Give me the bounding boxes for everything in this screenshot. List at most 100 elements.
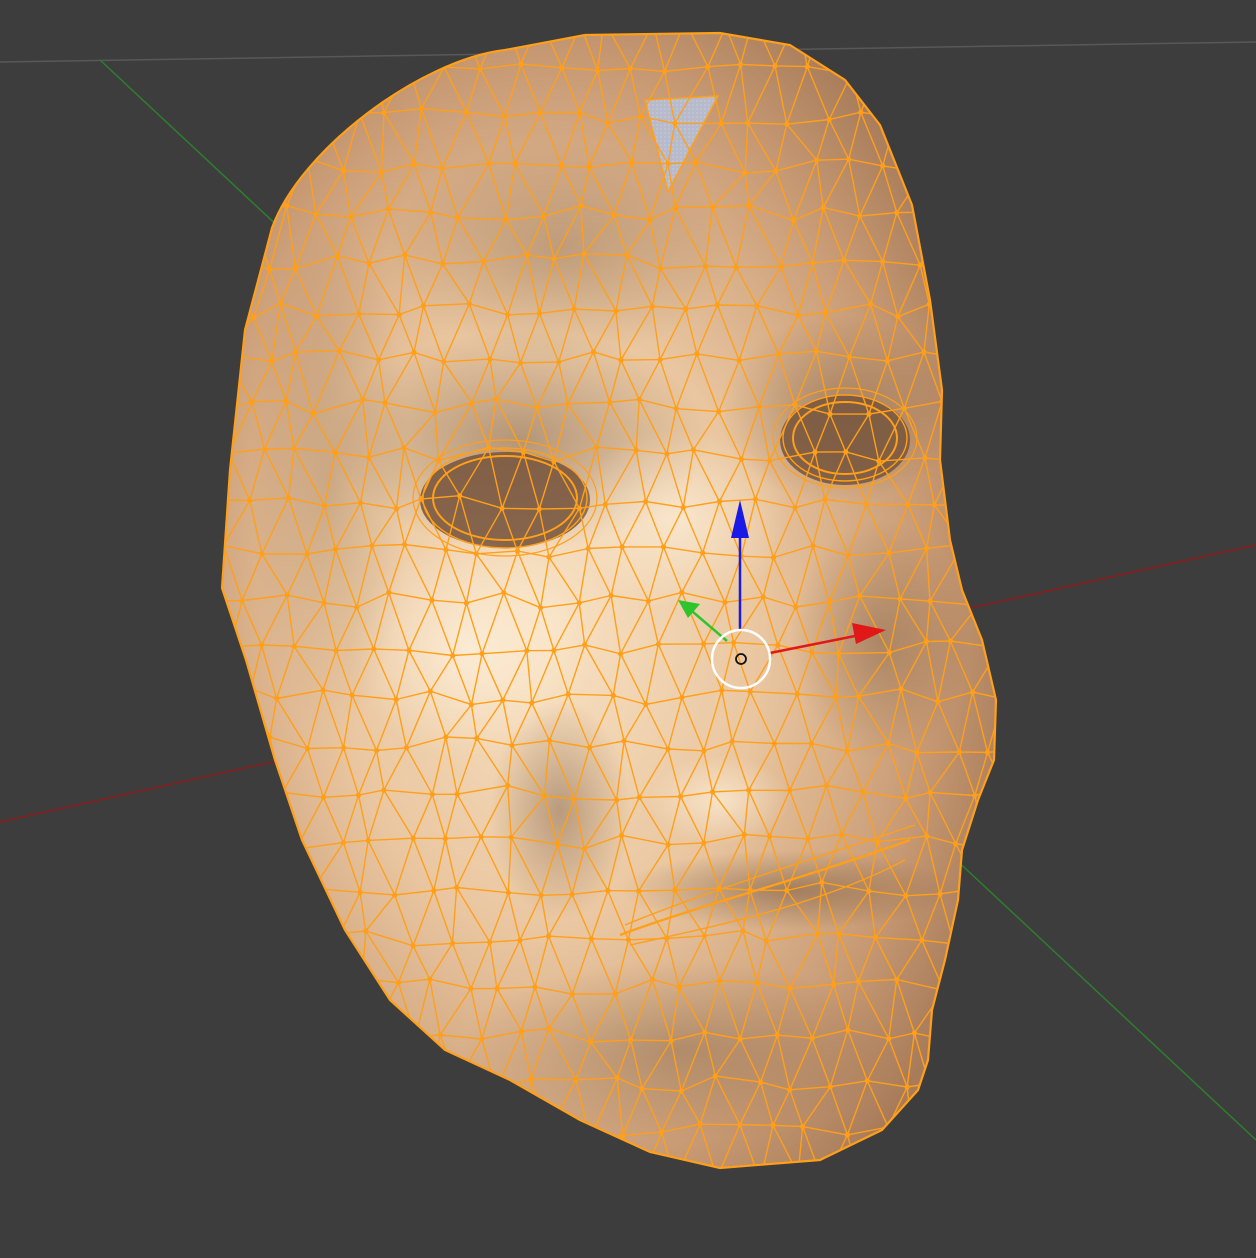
mesh-vertex[interactable] bbox=[672, 887, 678, 893]
mesh-vertex[interactable] bbox=[412, 1034, 419, 1040]
mesh-vertex[interactable] bbox=[846, 354, 853, 360]
mesh-vertex[interactable] bbox=[310, 885, 317, 892]
mesh-vertex[interactable] bbox=[662, 68, 668, 74]
mesh-vertex[interactable] bbox=[284, 18, 289, 23]
mesh-vertex[interactable] bbox=[486, 160, 492, 166]
mesh-vertex[interactable] bbox=[205, 979, 210, 984]
mesh-vertex[interactable] bbox=[655, 641, 661, 647]
mesh-vertex[interactable] bbox=[466, 1183, 471, 1188]
mesh-vertex[interactable] bbox=[683, 306, 689, 312]
mesh-vertex[interactable] bbox=[1007, 1182, 1012, 1187]
mesh-vertex[interactable] bbox=[340, 745, 347, 751]
mesh-vertex[interactable] bbox=[357, 110, 363, 116]
mesh-vertex[interactable] bbox=[909, 64, 915, 70]
mesh-vertex[interactable] bbox=[302, 1129, 308, 1135]
mesh-vertex[interactable] bbox=[893, 115, 899, 121]
mesh-vertex[interactable] bbox=[427, 688, 433, 694]
mesh-vertex[interactable] bbox=[722, 599, 728, 606]
mesh-vertex[interactable] bbox=[952, 157, 958, 163]
mesh-vertex[interactable] bbox=[224, 831, 230, 838]
mesh-vertex[interactable] bbox=[701, 748, 707, 754]
mesh-vertex[interactable] bbox=[541, 793, 548, 799]
mesh-vertex[interactable] bbox=[509, 742, 515, 748]
mesh-vertex[interactable] bbox=[427, 1082, 433, 1088]
mesh-vertex[interactable] bbox=[718, 120, 724, 126]
mesh-vertex[interactable] bbox=[293, 846, 299, 852]
mesh-vertex[interactable] bbox=[554, 841, 561, 847]
mesh-vertex[interactable] bbox=[848, 71, 854, 77]
mesh-vertex[interactable] bbox=[332, 449, 338, 456]
mesh-vertex[interactable] bbox=[505, 890, 511, 896]
mesh-vertex[interactable] bbox=[595, 67, 601, 74]
mesh-vertex[interactable] bbox=[546, 737, 553, 744]
mesh-vertex[interactable] bbox=[211, 411, 216, 416]
mesh-vertex[interactable] bbox=[895, 314, 901, 320]
mesh-vertex[interactable] bbox=[321, 600, 327, 606]
mesh-vertex[interactable] bbox=[665, 842, 671, 848]
mesh-vertex[interactable] bbox=[827, 411, 833, 417]
mesh-vertex[interactable] bbox=[856, 693, 862, 699]
mesh-vertex[interactable] bbox=[643, 498, 649, 505]
mesh-vertex[interactable] bbox=[411, 349, 417, 355]
mesh-vertex[interactable] bbox=[571, 306, 577, 312]
mesh-vertex[interactable] bbox=[502, 113, 508, 120]
mesh-vertex[interactable] bbox=[773, 168, 779, 174]
mesh-vertex[interactable] bbox=[746, 202, 752, 209]
mesh-vertex[interactable] bbox=[442, 836, 448, 842]
mesh-vertex[interactable] bbox=[884, 358, 891, 364]
mesh-vertex[interactable] bbox=[505, 782, 511, 789]
mesh-vertex[interactable] bbox=[923, 638, 930, 645]
mesh-vertex[interactable] bbox=[752, 496, 759, 502]
mesh-vertex[interactable] bbox=[455, 215, 461, 221]
mesh-vertex[interactable] bbox=[636, 396, 642, 402]
mesh-vertex[interactable] bbox=[831, 981, 837, 987]
mesh-vertex[interactable] bbox=[296, 63, 302, 69]
mesh-vertex[interactable] bbox=[371, 60, 377, 66]
mesh-vertex[interactable] bbox=[429, 597, 435, 603]
mesh-vertex[interactable] bbox=[776, 351, 782, 357]
mesh-vertex[interactable] bbox=[876, 458, 882, 464]
mesh-vertex[interactable] bbox=[199, 24, 204, 29]
mesh-vertex[interactable] bbox=[404, 1132, 410, 1138]
mesh-vertex[interactable] bbox=[937, 891, 943, 897]
mesh-vertex[interactable] bbox=[844, 1132, 851, 1138]
mesh-vertex[interactable] bbox=[618, 357, 624, 363]
mesh-vertex[interactable] bbox=[880, 259, 886, 265]
mesh-vertex[interactable] bbox=[963, 1080, 970, 1086]
mesh-vertex[interactable] bbox=[625, 937, 632, 943]
mesh-vertex[interactable] bbox=[251, 315, 257, 321]
mesh-vertex[interactable] bbox=[927, 118, 933, 124]
mesh-vertex[interactable] bbox=[443, 734, 449, 740]
mesh-vertex[interactable] bbox=[639, 1086, 645, 1092]
mesh-vertex[interactable] bbox=[269, 1135, 275, 1141]
mesh-vertex[interactable] bbox=[357, 889, 363, 895]
mesh-vertex[interactable] bbox=[760, 594, 766, 600]
mesh-vertex[interactable] bbox=[719, 687, 725, 693]
mesh-vertex[interactable] bbox=[304, 551, 310, 557]
mesh-vertex[interactable] bbox=[894, 976, 900, 983]
mesh-vertex[interactable] bbox=[813, 348, 820, 354]
mesh-vertex[interactable] bbox=[502, 10, 507, 15]
mesh-vertex[interactable] bbox=[897, 596, 903, 602]
mesh-vertex[interactable] bbox=[518, 1028, 525, 1034]
mesh-vertex[interactable] bbox=[886, 650, 892, 656]
mesh-vertex[interactable] bbox=[284, 203, 290, 209]
mesh-vertex[interactable] bbox=[393, 696, 399, 703]
mesh-vertex[interactable] bbox=[709, 204, 716, 210]
mesh-vertex[interactable] bbox=[731, 640, 737, 646]
mesh-vertex[interactable] bbox=[766, 833, 773, 839]
mesh-vertex[interactable] bbox=[402, 252, 408, 258]
mesh-vertex[interactable] bbox=[231, 1026, 237, 1032]
mesh-vertex[interactable] bbox=[376, 357, 382, 363]
mesh-vertex[interactable] bbox=[255, 929, 261, 935]
mesh-vertex[interactable] bbox=[479, 651, 485, 657]
mesh-vertex[interactable] bbox=[770, 1122, 776, 1128]
mesh-vertex[interactable] bbox=[964, 14, 969, 19]
mesh-vertex[interactable] bbox=[914, 750, 920, 756]
mesh-vertex[interactable] bbox=[619, 544, 625, 550]
mesh-vertex[interactable] bbox=[378, 169, 385, 175]
mesh-vertex[interactable] bbox=[955, 261, 961, 267]
mesh-vertex[interactable] bbox=[767, 458, 773, 464]
mesh-vertex[interactable] bbox=[279, 883, 285, 890]
mesh-vertex[interactable] bbox=[227, 644, 233, 650]
